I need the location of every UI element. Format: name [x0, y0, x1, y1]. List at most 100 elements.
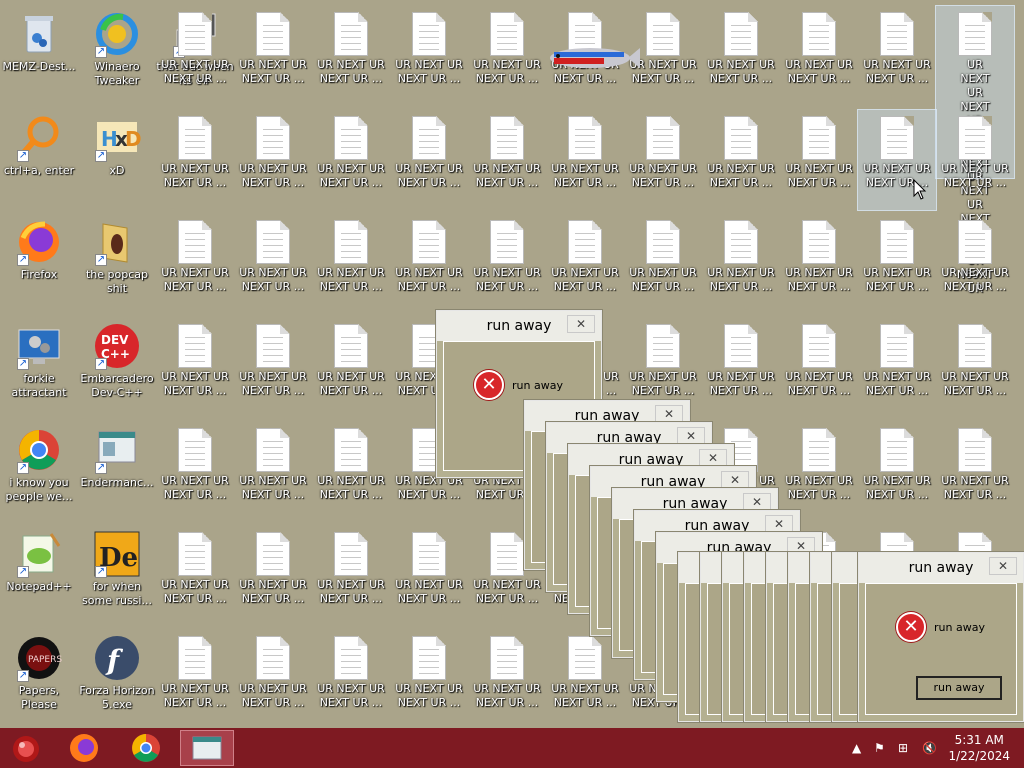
- close-button[interactable]: ✕: [567, 315, 595, 333]
- file-icon[interactable]: UR NEXT UR NEXT UR ...: [858, 6, 936, 106]
- volume-muted-icon[interactable]: 🔇: [922, 728, 937, 768]
- file-icon[interactable]: UR NEXT UR NEXT UR ...: [234, 318, 312, 418]
- file-icon[interactable]: UR NEXT UR NEXT UR ...: [312, 6, 390, 106]
- text-file-icon: [802, 220, 836, 264]
- file-icon[interactable]: UR NEXT UR NEXT UR ...: [702, 110, 780, 210]
- file-icon-label: UR NEXT UR NEXT UR ...: [317, 578, 385, 605]
- start-button[interactable]: [2, 730, 50, 766]
- file-icon[interactable]: UR NEXT UR NEXT UR ...: [234, 6, 312, 106]
- desktop-icon-de[interactable]: De ↗ for when some russi...: [78, 526, 156, 626]
- file-icon[interactable]: UR NEXT UR NEXT UR ...: [468, 214, 546, 314]
- file-icon[interactable]: UR NEXT UR NEXT UR ...: [156, 318, 234, 418]
- desktop-icon-firefox[interactable]: ↗ Firefox: [0, 214, 78, 314]
- taskbar-chrome[interactable]: [122, 730, 170, 766]
- text-file-icon: [178, 324, 212, 368]
- desktop-icon-winaero[interactable]: ↗ Winaero Tweaker: [78, 6, 156, 106]
- file-icon[interactable]: UR NEXT UR NEXT UR ...: [936, 422, 1014, 522]
- file-icon[interactable]: UR NEXT UR NEXT UR ...: [624, 214, 702, 314]
- taskbar-firefox[interactable]: [60, 730, 108, 766]
- file-icon[interactable]: UR NEXT UR NEXT UR ...: [156, 214, 234, 314]
- file-icon[interactable]: UR NEXT UR NEXT UR ...: [858, 214, 936, 314]
- desktop-icon-papers[interactable]: PAPERS ↗ Papers, Please: [0, 630, 78, 728]
- close-button[interactable]: ✕: [765, 515, 793, 533]
- file-icon[interactable]: UR NEXT UR NEXT UR ...: [858, 318, 936, 418]
- close-button[interactable]: ✕: [989, 557, 1017, 575]
- desktop-icon-memz[interactable]: MEMZ-Dest...: [0, 6, 78, 106]
- file-icon[interactable]: UR NEXT UR NEXT UR ...: [702, 318, 780, 418]
- file-icon[interactable]: UR NEXT UR NEXT UR ...: [468, 110, 546, 210]
- file-icon[interactable]: UR NEXT UR NEXT UR ...: [312, 422, 390, 522]
- file-icon[interactable]: UR NEXT UR NEXT UR ...: [390, 110, 468, 210]
- desktop-icon-label: Winaero Tweaker: [94, 60, 140, 87]
- file-icon[interactable]: UR NEXT UR NEXT UR ...: [546, 214, 624, 314]
- file-icon[interactable]: UR NEXT UR NEXT UR ...: [390, 6, 468, 106]
- file-icon[interactable]: UR NEXT UR NEXT UR ...: [780, 214, 858, 314]
- desktop-icon-notepadpp[interactable]: ↗ Notepad++: [0, 526, 78, 626]
- file-icon[interactable]: UR NEXT UR NEXT UR ...: [312, 110, 390, 210]
- desktop-icon-ctrl-a[interactable]: ↗ ctrl+a, enter: [0, 110, 78, 210]
- show-hidden-icons-button[interactable]: ▲: [852, 728, 861, 768]
- file-icon[interactable]: UR NEXT UR NEXT UR ...: [312, 630, 390, 728]
- file-icon[interactable]: UR NEXT UR NEXT UR ...: [156, 6, 234, 106]
- file-icon[interactable]: UR NEXT UR NEXT UR ...: [468, 6, 546, 106]
- file-icon[interactable]: UR NEXT UR NEXT UR ...: [312, 214, 390, 314]
- file-icon[interactable]: UR NEXT UR NEXT UR ...: [936, 214, 1014, 314]
- desktop-icon-endermanch[interactable]: ↗ Endermanc...: [78, 422, 156, 522]
- file-icon[interactable]: UR NEXT UR NEXT UR ...: [312, 318, 390, 418]
- text-file-icon: [646, 324, 680, 368]
- file-icon[interactable]: UR NEXT UR NEXT UR ...: [858, 422, 936, 522]
- desktop-icon-popcap[interactable]: ↗ the popcap shit: [78, 214, 156, 314]
- run-away-dialog-front[interactable]: run away ✕ ✕ run away run away: [858, 552, 1024, 722]
- file-icon[interactable]: UR NEXT UR NEXT UR ...: [390, 214, 468, 314]
- file-icon[interactable]: UR NEXT UR NEXT UR ...: [390, 630, 468, 728]
- close-button[interactable]: ✕: [677, 427, 705, 445]
- desktop-icon-devcpp[interactable]: DEV C++ ↗ Embarcadero Dev-C++: [78, 318, 156, 418]
- file-icon[interactable]: UR NEXT UR NEXT UR ...: [780, 422, 858, 522]
- file-icon[interactable]: UR NEXT UR NEXT UR ...: [234, 110, 312, 210]
- clock[interactable]: 5:31 AM 1/22/2024: [948, 732, 1010, 764]
- file-icon[interactable]: UR NEXT UR NEXT UR ...: [234, 526, 312, 626]
- file-icon-label: UR NEXT UR NEXT UR ...: [395, 266, 463, 293]
- file-icon[interactable]: UR NEXT UR NEXT UR ...: [936, 110, 1014, 210]
- file-icon[interactable]: UR NEXT UR NEXT UR ...: [234, 422, 312, 522]
- file-icon[interactable]: UR NEXT UR NEXT UR ...: [468, 630, 546, 728]
- file-icon[interactable]: UR NEXT UR NEXT UR ...: [546, 110, 624, 210]
- file-icon[interactable]: UR NEXT UR NEXT UR ...: [156, 110, 234, 210]
- desktop-icon-chrome[interactable]: ↗ i know you people we...: [0, 422, 78, 522]
- file-icon-label: UR NEXT UR NEXT UR ...: [551, 162, 619, 189]
- file-icon[interactable]: UR NEXT UR NEXT UR ...: [156, 630, 234, 728]
- text-file-icon: [568, 636, 602, 680]
- close-button[interactable]: ✕: [655, 405, 683, 423]
- file-icon[interactable]: UR NEXT UR NEXT UR ...: [702, 6, 780, 106]
- taskbar-endermanch-active[interactable]: [180, 730, 234, 766]
- close-button[interactable]: ✕: [699, 449, 727, 467]
- text-file-icon: [334, 532, 368, 576]
- file-icon[interactable]: UR NEXT UR NEXT UR ...: [234, 630, 312, 728]
- file-icon[interactable]: UR NEXT UR NEXT UR ...: [780, 318, 858, 418]
- run-away-button[interactable]: run away: [916, 676, 1002, 700]
- file-icon[interactable]: UR NEXT UR NEXT UR ...: [390, 526, 468, 626]
- file-icon[interactable]: UR NEXT UR NEXT UR ...: [702, 214, 780, 314]
- file-icon[interactable]: UR NEXT UR NEXT UR ...: [780, 6, 858, 106]
- close-button[interactable]: ✕: [743, 493, 771, 511]
- text-file-icon: [490, 116, 524, 160]
- desktop-icon-forza[interactable]: f Forza Horizon 5.exe: [78, 630, 156, 728]
- desktop-icon-label: Forza Horizon 5.exe: [79, 684, 155, 711]
- shortcut-arrow-icon: ↗: [17, 254, 29, 266]
- network-icon[interactable]: ⊞: [898, 728, 908, 768]
- flag-icon[interactable]: ⚑: [874, 728, 885, 768]
- file-icon-label: UR NEXT UR NEXT UR ...: [317, 162, 385, 189]
- file-icon[interactable]: UR NEXT UR NEXT UR ...: [156, 422, 234, 522]
- file-icon[interactable]: UR NEXT UR NEXT UR ...: [780, 110, 858, 210]
- desktop-icon-forkie[interactable]: ↗ forkie attractant: [0, 318, 78, 418]
- file-icon[interactable]: UR NEXT UR NEXT UR ...: [312, 526, 390, 626]
- file-icon[interactable]: UR NEXT UR NEXT UR ...: [156, 526, 234, 626]
- close-button[interactable]: ✕: [721, 471, 749, 489]
- text-file-icon: [490, 12, 524, 56]
- desktop-icon-xd[interactable]: Hx D ↗ xD: [78, 110, 156, 210]
- text-file-icon: [646, 220, 680, 264]
- file-icon[interactable]: UR NEXT UR NEXT UR ...: [936, 318, 1014, 418]
- file-icon[interactable]: UR NEXT UR NEXT UR ...: [234, 214, 312, 314]
- file-icon[interactable]: UR NEXT UR NEXT UR ...: [624, 110, 702, 210]
- file-icon-label: UR NEXT UR NEXT UR ...: [863, 266, 931, 293]
